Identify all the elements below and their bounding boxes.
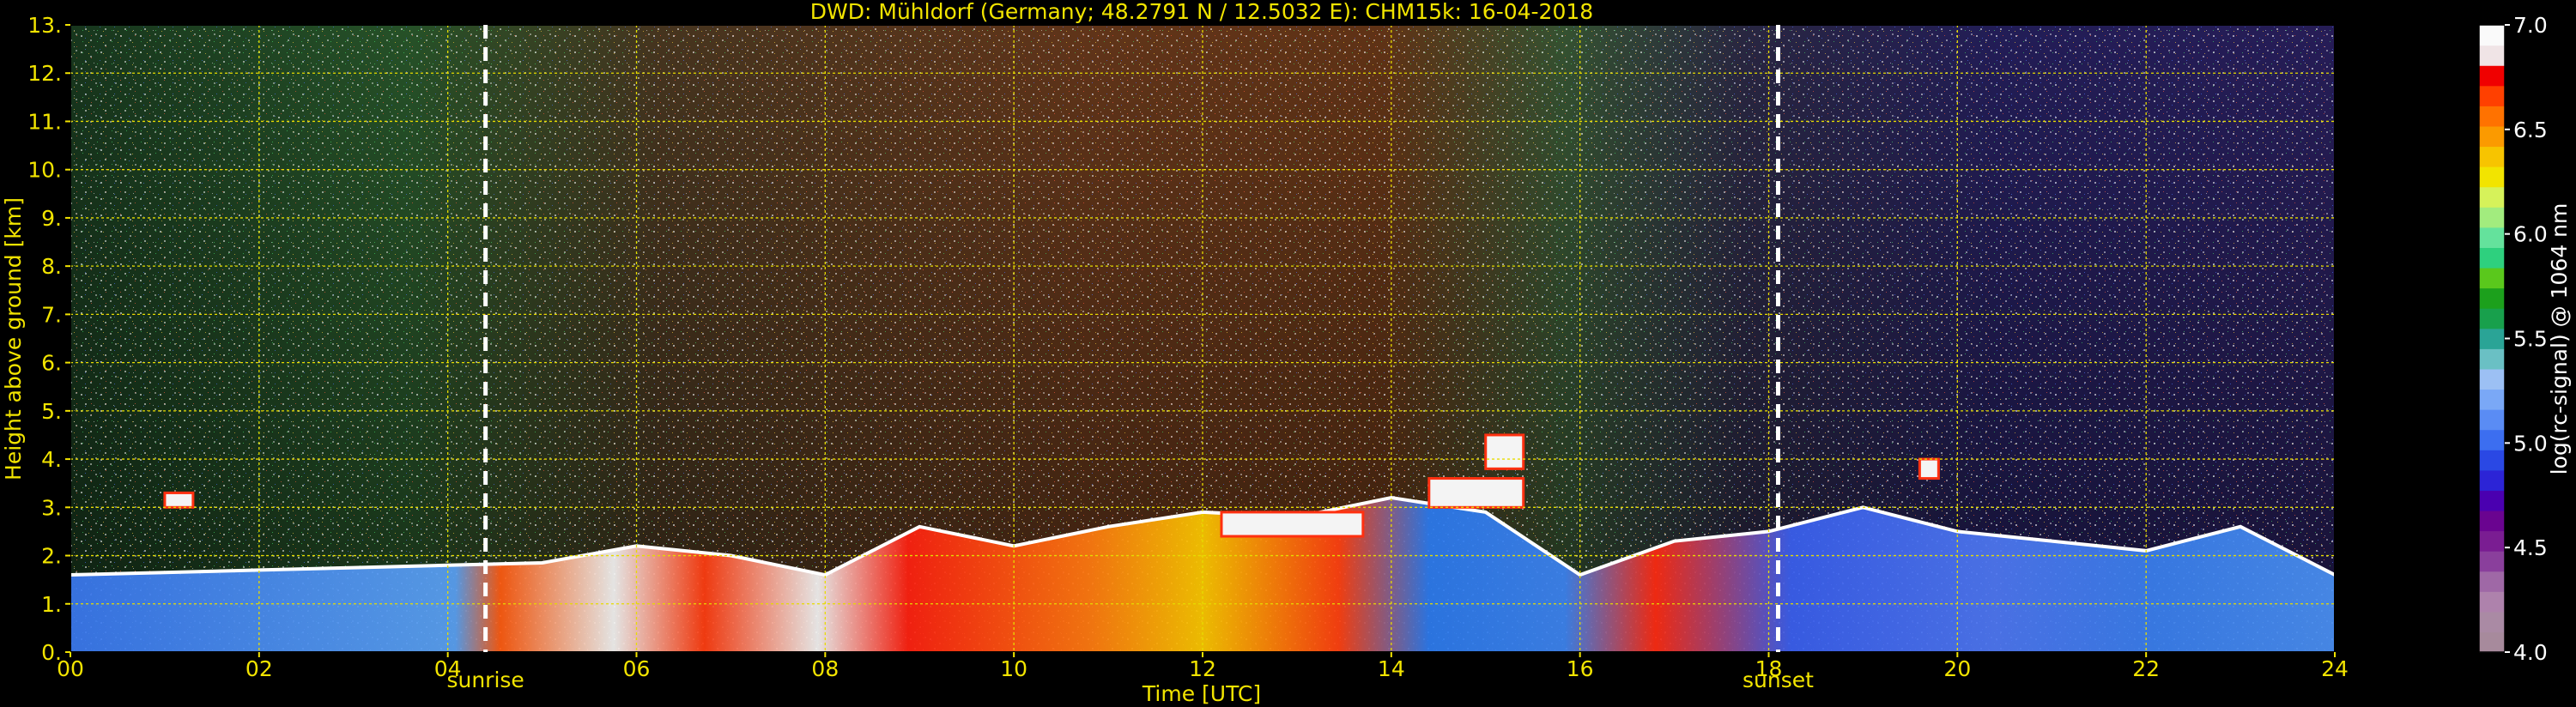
cloud-layer-0 <box>163 491 195 509</box>
colorbar-segment <box>2479 146 2505 167</box>
colorbar-segment <box>2479 490 2505 511</box>
colorbar-segment <box>2479 348 2505 370</box>
colorbar-segment <box>2479 65 2505 87</box>
colorbar-tick-label: 4.0 <box>2513 640 2548 665</box>
x-tick-label: 04 <box>434 656 462 681</box>
colorbar-label: log(rc-signal) @ 1064 nm <box>2547 203 2572 475</box>
colorbar-segment <box>2479 611 2505 633</box>
colorbar-segment <box>2479 308 2505 329</box>
y-axis: 0. 1. 2. 3. 4. 5. 6. 7. 8. 9. 10. 11. 12. 13. <box>27 13 70 665</box>
x-axis-label: Time [UTC] <box>1142 681 1261 706</box>
colorbar-tick-label: 5.0 <box>2513 431 2548 456</box>
colorbar: 4.0 4.5 5.0 5.5 6.0 6.5 7.0 <box>2478 13 2548 665</box>
x-tick-label: 08 <box>811 656 839 681</box>
colorbar-tick-label: 4.5 <box>2513 535 2548 560</box>
colorbar-segment <box>2479 25 2505 46</box>
colorbar-segment <box>2479 571 2505 592</box>
colorbar-tick-label: 5.5 <box>2513 327 2548 352</box>
x-tick-label: 02 <box>245 656 273 681</box>
cloud-layer-2 <box>1427 477 1525 509</box>
colorbar-segment <box>2479 469 2505 491</box>
y-axis-label: Height above ground [km] <box>1 197 26 480</box>
colorbar-segment <box>2479 389 2505 410</box>
x-tick-label: 10 <box>1000 656 1027 681</box>
x-tick-label: 20 <box>1943 656 1971 681</box>
colorbar-segment <box>2479 429 2505 450</box>
y-tick-label: 10. <box>27 158 62 183</box>
y-tick-label: 11. <box>27 109 62 134</box>
x-tick-label: 12 <box>1189 656 1216 681</box>
x-tick-label: 18 <box>1755 656 1783 681</box>
colorbar-segment <box>2479 328 2505 349</box>
x-tick-label: 24 <box>2321 656 2349 681</box>
colorbar-segment <box>2479 409 2505 431</box>
y-tick-label: 13. <box>27 13 62 38</box>
x-tick-label: 06 <box>623 656 651 681</box>
y-tick-label: 7. <box>41 302 62 327</box>
y-tick-label: 4. <box>41 447 62 472</box>
cloud-layer-3 <box>1484 433 1525 470</box>
cloud-layer-4 <box>1918 457 1940 480</box>
colorbar-segment <box>2479 166 2505 188</box>
x-tick-label: 16 <box>1567 656 1594 681</box>
colorbar-segment <box>2479 450 2505 471</box>
y-tick-label: 5. <box>41 399 62 424</box>
colorbar-segment <box>2479 631 2505 653</box>
y-tick-label: 1. <box>41 592 62 617</box>
colorbar-segment <box>2479 530 2505 552</box>
y-tick-label: 9. <box>41 206 62 231</box>
y-tick-label: 2. <box>41 544 62 569</box>
colorbar-segment <box>2479 368 2505 390</box>
colorbar-tick-label: 6.5 <box>2513 118 2548 142</box>
y-tick-label: 0. <box>41 640 62 665</box>
x-tick-label: 22 <box>2132 656 2160 681</box>
colorbar-segment <box>2479 207 2505 228</box>
colorbar-segment <box>2479 287 2505 309</box>
colorbar-segment <box>2479 85 2505 106</box>
ceilometer-figure: DWD: Mühldorf (Germany; 48.2791 N / 12.5… <box>1 0 2572 706</box>
colorbar-tick-label: 6.0 <box>2513 222 2548 247</box>
y-tick-label: 3. <box>41 495 62 520</box>
colorbar-segment <box>2479 267 2505 289</box>
x-axis: 00 02 04 06 08 10 12 14 16 18 20 22 24 <box>57 652 2349 681</box>
x-tick-label: 14 <box>1378 656 1405 681</box>
y-tick-label: 8. <box>41 254 62 279</box>
colorbar-segment <box>2479 591 2505 613</box>
colorbar-segment <box>2479 125 2505 148</box>
y-tick-label: 12. <box>27 61 62 86</box>
cloud-layer-1 <box>1220 511 1365 538</box>
colorbar-segment <box>2479 247 2505 269</box>
colorbar-segment <box>2479 227 2505 248</box>
y-tick-label: 6. <box>41 351 62 376</box>
colorbar-segment <box>2479 186 2505 208</box>
colorbar-segment <box>2479 106 2505 127</box>
chart-title: DWD: Mühldorf (Germany; 48.2791 N / 12.5… <box>810 0 1593 24</box>
colorbar-segment <box>2479 45 2505 66</box>
colorbar-tick-label: 7.0 <box>2513 13 2548 38</box>
colorbar-segment <box>2479 510 2505 532</box>
colorbar-segment <box>2479 551 2505 572</box>
